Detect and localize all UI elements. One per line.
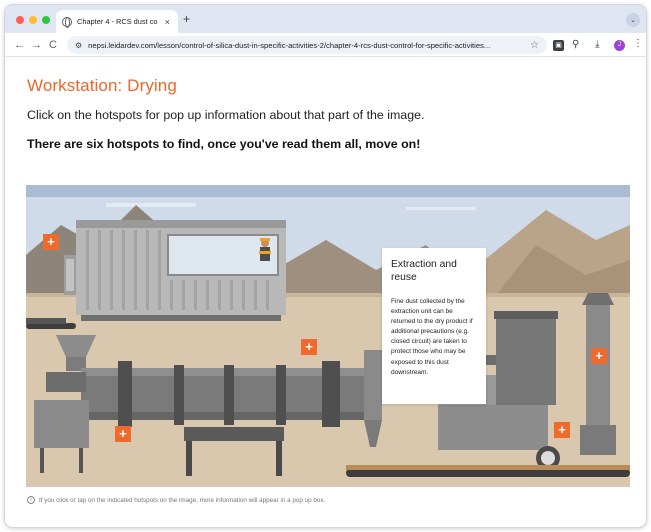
- address-bar[interactable]: ⚙ nepsi.leidardev.com/lesson/control-of-…: [67, 36, 547, 54]
- puzzle-icon[interactable]: ⚲: [572, 38, 579, 52]
- back-icon[interactable]: ←: [14, 38, 25, 52]
- lesson-page: Workstation: Drying Click on the hotspot…: [5, 58, 646, 527]
- extension-icon[interactable]: ▣: [553, 40, 564, 51]
- forward-icon[interactable]: →: [31, 38, 42, 52]
- footnote-text: If you click or tap on the indicated hot…: [39, 496, 326, 504]
- star-icon[interactable]: ☆: [530, 40, 539, 51]
- tab-title: Chapter 4 - RCS dust control: [77, 17, 158, 26]
- hotspot-5[interactable]: +: [115, 426, 131, 442]
- download-icon[interactable]: ⤓: [595, 38, 599, 52]
- tab-strip: Chapter 4 - RCS dust control × + ⌄: [5, 5, 646, 33]
- popup-body: Fine dust collected by the extraction un…: [391, 298, 473, 376]
- close-window-button[interactable]: [16, 16, 24, 24]
- hotspot-4[interactable]: +: [554, 422, 570, 438]
- tab-search-button[interactable]: ⌄: [626, 13, 640, 27]
- browser-toolbar: ← → C ⚙ nepsi.leidardev.com/lesson/contr…: [5, 33, 646, 57]
- page-title: Workstation: Drying: [27, 76, 177, 95]
- url-text[interactable]: nepsi.leidardev.com/lesson/control-of-si…: [88, 41, 524, 50]
- hotspot-1[interactable]: +: [43, 234, 59, 250]
- profile-avatar[interactable]: J: [614, 40, 625, 51]
- popup-title: Extraction and reuse: [391, 259, 457, 283]
- site-settings-icon[interactable]: ⚙: [75, 41, 82, 50]
- instruction-text: There are six hotspots to find, once you…: [27, 137, 421, 151]
- browser-window: Chapter 4 - RCS dust control × + ⌄ ← → C…: [4, 4, 647, 528]
- browser-tab[interactable]: Chapter 4 - RCS dust control ×: [56, 10, 178, 33]
- intro-text: Click on the hotspots for pop up informa…: [27, 108, 425, 122]
- menu-icon[interactable]: ⋮: [633, 38, 643, 49]
- new-tab-button[interactable]: +: [183, 13, 190, 25]
- globe-icon: [62, 16, 72, 28]
- maximize-window-button[interactable]: [42, 16, 50, 24]
- info-icon: i: [27, 496, 35, 504]
- hotspot-3[interactable]: +: [591, 348, 607, 364]
- hint-footnote: i If you click or tap on the indicated h…: [27, 496, 325, 504]
- reload-icon[interactable]: C: [49, 38, 57, 52]
- hotspot-popup: Extraction and reuse Fine dust collected…: [382, 248, 486, 404]
- hotspot-2[interactable]: +: [301, 339, 317, 355]
- minimize-window-button[interactable]: [29, 16, 37, 24]
- tab-close-icon[interactable]: ×: [163, 17, 172, 27]
- drying-workstation-illustration: + + + + + + Extraction and reuse Fine du…: [26, 185, 630, 487]
